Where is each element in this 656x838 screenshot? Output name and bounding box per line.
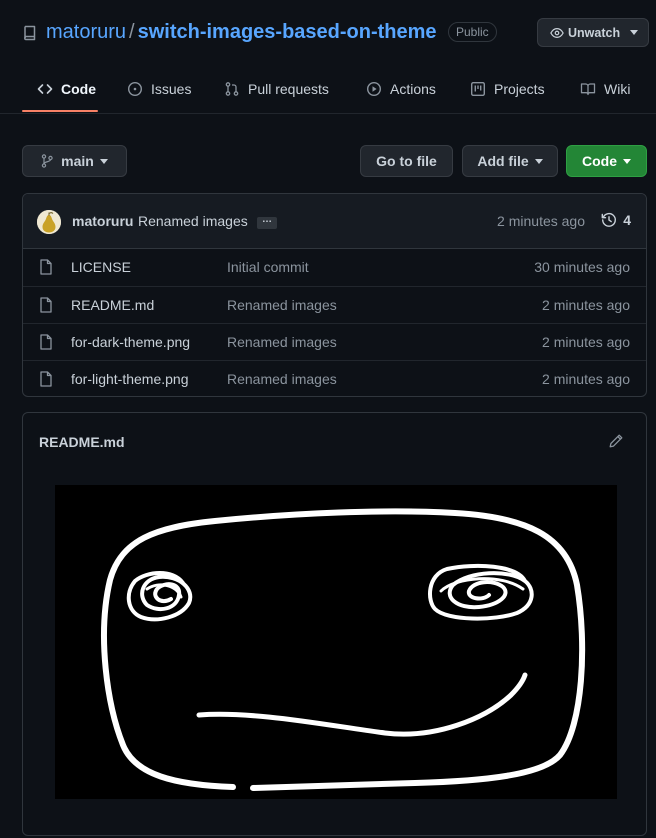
file-commit-message[interactable]: Initial commit (227, 259, 309, 275)
code-button[interactable]: Code (566, 145, 647, 177)
file-row: for-light-theme.png Renamed images 2 min… (23, 360, 646, 396)
commit-author-link[interactable]: matoruru (72, 213, 133, 229)
tab-issues-label: Issues (151, 80, 192, 97)
file-browser: matoruru Renamed images … 2 minutes ago … (22, 193, 647, 397)
branch-icon (41, 154, 53, 168)
file-name-link[interactable]: LICENSE (71, 259, 131, 275)
file-time: 30 minutes ago (534, 259, 630, 275)
readme-title: README.md (39, 434, 125, 450)
avatar[interactable] (37, 210, 61, 234)
file-time: 2 minutes ago (542, 334, 630, 350)
unwatch-label: Unwatch (568, 25, 621, 40)
chevron-down-icon (534, 158, 543, 164)
tab-projects[interactable]: Projects (470, 64, 545, 113)
tab-code[interactable]: Code (22, 64, 98, 113)
file-commit-message[interactable]: Renamed images (227, 334, 337, 350)
file-time: 2 minutes ago (542, 371, 630, 387)
book-icon (580, 82, 596, 95)
file-row: README.md Renamed images 2 minutes ago (23, 286, 646, 323)
file-commit-message[interactable]: Renamed images (227, 371, 337, 387)
commit-time[interactable]: 2 minutes ago (497, 213, 585, 229)
add-file-label: Add file (477, 153, 529, 169)
file-icon (40, 371, 52, 387)
repo-icon (24, 25, 36, 41)
file-time: 2 minutes ago (542, 297, 630, 313)
tab-actions-label: Actions (390, 80, 436, 97)
history-icon (601, 212, 617, 227)
file-name-link[interactable]: README.md (71, 297, 154, 313)
go-to-file-button[interactable]: Go to file (360, 145, 453, 177)
code-button-label: Code (582, 153, 617, 169)
issue-icon (127, 81, 143, 96)
file-name-link[interactable]: for-light-theme.png (71, 371, 189, 387)
commit-details-toggle[interactable]: … (257, 215, 277, 229)
chevron-down-icon (99, 158, 108, 164)
tab-pull-requests[interactable]: Pull requests (224, 64, 329, 113)
repo-path-separator: / (129, 21, 135, 43)
smiley-face-drawing (101, 508, 586, 791)
project-icon (471, 81, 486, 96)
readme-panel: README.md (22, 412, 647, 836)
tab-pull-requests-label: Pull requests (248, 80, 329, 97)
pencil-icon[interactable] (608, 433, 624, 449)
commit-message-link[interactable]: Renamed images (138, 213, 248, 229)
file-commit-message[interactable]: Renamed images (227, 297, 337, 313)
repo-header: matoruru / switch-images-based-on-theme Pu… (0, 0, 656, 64)
tab-issues[interactable]: Issues (127, 64, 191, 113)
tab-projects-label: Projects (494, 80, 545, 97)
branch-select-button[interactable]: main (22, 145, 127, 177)
repo-owner-link[interactable]: matoruru (46, 21, 126, 43)
tab-wiki[interactable]: Wiki (580, 64, 630, 113)
file-row: for-dark-theme.png Renamed images 2 minu… (23, 323, 646, 360)
file-icon (40, 259, 52, 275)
latest-commit-row: matoruru Renamed images … 2 minutes ago … (23, 194, 646, 249)
file-icon (40, 297, 52, 313)
repo-name-link[interactable]: switch-images-based-on-theme (138, 21, 437, 43)
add-file-button[interactable]: Add file (462, 145, 558, 177)
tab-code-label: Code (61, 80, 96, 97)
pull-request-icon (225, 81, 239, 96)
repo-nav-tabs: Code Issues Pull requests Actions Projec… (0, 64, 656, 114)
file-row: LICENSE Initial commit 30 minutes ago (23, 249, 646, 286)
file-icon (40, 334, 52, 350)
unwatch-button[interactable]: Unwatch (537, 18, 649, 47)
file-name-link[interactable]: for-dark-theme.png (71, 334, 190, 350)
commit-count: 4 (623, 212, 631, 228)
tab-wiki-label: Wiki (604, 80, 631, 97)
pear-avatar-icon (37, 210, 61, 234)
commit-history-link[interactable]: 4 (601, 212, 631, 228)
chevron-down-icon (623, 158, 631, 164)
chevron-down-icon (630, 30, 639, 35)
play-icon (366, 81, 382, 96)
branch-name: main (61, 153, 94, 169)
tab-actions[interactable]: Actions (366, 64, 436, 113)
visibility-badge: Public (448, 22, 497, 42)
eye-icon (550, 27, 564, 38)
repo-title: matoruru / switch-images-based-on-theme (46, 19, 437, 45)
code-icon (37, 83, 53, 94)
readme-image (55, 485, 617, 799)
